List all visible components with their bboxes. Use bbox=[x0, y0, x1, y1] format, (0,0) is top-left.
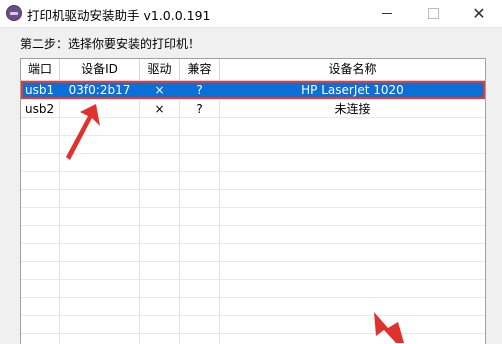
annotation-arrows bbox=[66, 104, 404, 343]
annotation-arrow bbox=[374, 312, 404, 343]
annotation-arrow bbox=[66, 104, 100, 160]
